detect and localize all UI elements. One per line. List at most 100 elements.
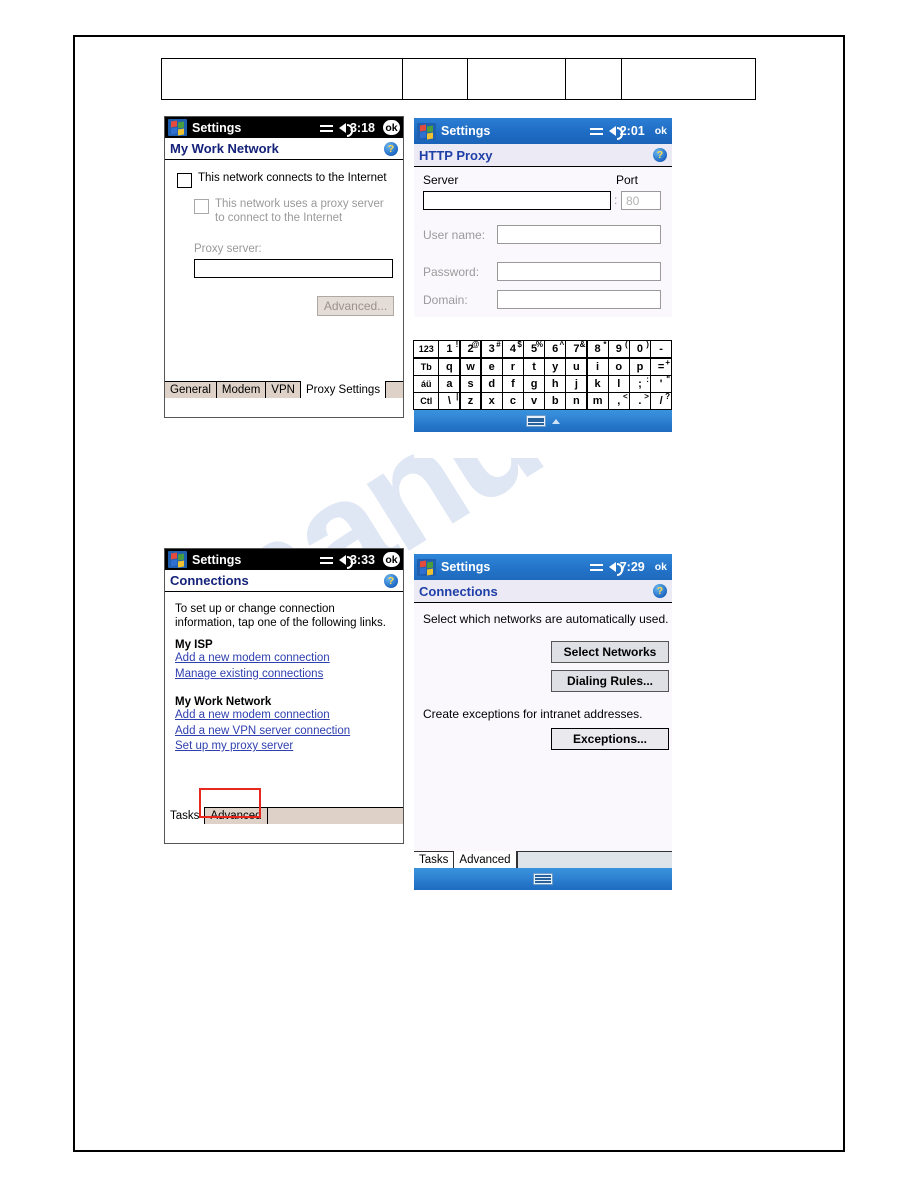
- clock-label[interactable]: 7:29: [620, 560, 645, 574]
- windows-flag-icon[interactable]: [417, 122, 436, 140]
- password-input[interactable]: [497, 262, 661, 281]
- soft-keyboard[interactable]: 123 1! 2 @3 #4 $5% 6 ^ 7 & 8 * 9(0) - Tb q w e r t y u i o p = + áü…: [413, 340, 673, 433]
- tab-modem[interactable]: Modem: [216, 381, 267, 398]
- tab-advanced[interactable]: Advanced: [454, 851, 517, 868]
- clock-label[interactable]: 2:01: [620, 124, 645, 138]
- key-s[interactable]: s: [459, 374, 482, 393]
- windows-flag-icon[interactable]: [417, 558, 436, 576]
- key-c[interactable]: c: [501, 392, 524, 411]
- key-[interactable]: áü: [413, 374, 440, 393]
- key-7[interactable]: 7 &: [565, 340, 588, 359]
- windows-flag-icon[interactable]: [168, 551, 187, 568]
- link-manage-existing-connections[interactable]: Manage existing connections: [175, 667, 395, 683]
- ok-button[interactable]: ok: [653, 560, 669, 575]
- link-set-up-my-proxy-server[interactable]: Set up my proxy server: [175, 739, 395, 755]
- speaker-icon[interactable]: [608, 126, 623, 140]
- speaker-icon[interactable]: [338, 554, 353, 569]
- help-icon[interactable]: ?: [384, 141, 398, 156]
- ok-button[interactable]: ok: [383, 120, 400, 135]
- key-o[interactable]: o: [607, 357, 630, 376]
- key-5[interactable]: 5%: [523, 340, 545, 359]
- sync-icon[interactable]: [589, 125, 605, 137]
- sync-icon[interactable]: [319, 554, 335, 566]
- key-j[interactable]: j: [565, 374, 588, 393]
- ok-button[interactable]: ok: [383, 552, 400, 567]
- select-networks-button[interactable]: Select Networks: [551, 641, 669, 663]
- key-i[interactable]: i: [586, 357, 609, 376]
- speaker-icon[interactable]: [338, 122, 353, 137]
- keyboard-icon[interactable]: [526, 415, 546, 428]
- key-0[interactable]: 0): [629, 340, 651, 359]
- key-w[interactable]: w: [459, 357, 482, 376]
- help-icon[interactable]: ?: [384, 573, 398, 588]
- dialing-rules-button[interactable]: Dialing Rules...: [551, 670, 669, 692]
- tab-tasks[interactable]: Tasks: [414, 851, 455, 868]
- key-[interactable]: ' ": [650, 374, 673, 393]
- key-[interactable]: , <: [607, 392, 630, 411]
- key-[interactable]: /?: [650, 392, 673, 411]
- key-l[interactable]: l: [607, 374, 630, 393]
- key-8[interactable]: 8 *: [586, 340, 609, 359]
- clock-label[interactable]: 3:33: [350, 553, 375, 567]
- domain-input[interactable]: [497, 290, 661, 309]
- link-add-new-modem-connection[interactable]: Add a new modem connection: [175, 651, 395, 667]
- link-add-new-modem-connection[interactable]: Add a new modem connection: [175, 708, 395, 724]
- key-e[interactable]: e: [480, 357, 503, 376]
- key-123[interactable]: 123: [413, 340, 440, 359]
- speaker-icon[interactable]: [608, 562, 623, 576]
- checkbox-box[interactable]: [194, 199, 209, 214]
- help-icon[interactable]: ?: [653, 148, 667, 162]
- checkbox-network-uses-proxy[interactable]: This network uses a proxy server to conn…: [194, 198, 394, 225]
- exceptions-button[interactable]: Exceptions...: [551, 728, 669, 750]
- username-input[interactable]: [497, 225, 661, 244]
- sync-icon[interactable]: [319, 122, 335, 134]
- checkbox-box[interactable]: [177, 173, 192, 188]
- key-n[interactable]: n: [565, 392, 588, 411]
- key-h[interactable]: h: [544, 374, 567, 393]
- key-2[interactable]: 2 @: [459, 340, 482, 359]
- key-y[interactable]: y: [544, 357, 567, 376]
- key-x[interactable]: x: [480, 392, 503, 411]
- key-4[interactable]: 4 $: [501, 340, 524, 359]
- key-r[interactable]: r: [501, 357, 524, 376]
- key-u[interactable]: u: [565, 357, 588, 376]
- sync-icon[interactable]: [589, 561, 605, 573]
- key-a[interactable]: a: [438, 374, 461, 393]
- windows-flag-icon[interactable]: [168, 119, 187, 136]
- key-[interactable]: = +: [650, 357, 673, 376]
- key-[interactable]: -: [650, 340, 673, 359]
- key-[interactable]: ;:: [629, 374, 651, 393]
- key-g[interactable]: g: [523, 374, 545, 393]
- ok-button[interactable]: ok: [653, 124, 669, 139]
- server-input[interactable]: [423, 191, 611, 210]
- key-p[interactable]: p: [629, 357, 651, 376]
- tab-vpn[interactable]: VPN: [266, 381, 301, 398]
- key-f[interactable]: f: [501, 374, 524, 393]
- key-z[interactable]: z: [459, 392, 482, 411]
- key-1[interactable]: 1!: [438, 340, 461, 359]
- chevron-up-icon[interactable]: [552, 418, 560, 424]
- key-9[interactable]: 9(: [607, 340, 630, 359]
- clock-label[interactable]: 3:18: [350, 121, 375, 135]
- keyboard-icon[interactable]: [533, 873, 553, 885]
- link-add-new-vpn-server-connection[interactable]: Add a new VPN server connection: [175, 724, 395, 740]
- advanced-button[interactable]: Advanced...: [317, 296, 394, 316]
- key-6[interactable]: 6 ^: [544, 340, 567, 359]
- key-v[interactable]: v: [523, 392, 545, 411]
- key-Tb[interactable]: Tb: [413, 357, 440, 376]
- tab-general[interactable]: General: [165, 381, 217, 398]
- port-input[interactable]: 80: [621, 191, 661, 210]
- proxy-server-input[interactable]: [194, 259, 393, 278]
- tab-proxy-settings[interactable]: Proxy Settings: [300, 381, 387, 398]
- key-[interactable]: . >: [629, 392, 651, 411]
- key-[interactable]: \ |: [438, 392, 461, 411]
- key-m[interactable]: m: [586, 392, 609, 411]
- key-q[interactable]: q: [438, 357, 461, 376]
- key-d[interactable]: d: [480, 374, 503, 393]
- help-icon[interactable]: ?: [653, 584, 667, 598]
- key-3[interactable]: 3 #: [480, 340, 503, 359]
- key-b[interactable]: b: [544, 392, 567, 411]
- key-t[interactable]: t: [523, 357, 545, 376]
- key-k[interactable]: k: [586, 374, 609, 393]
- checkbox-network-connects-internet[interactable]: This network connects to the Internet: [177, 172, 392, 188]
